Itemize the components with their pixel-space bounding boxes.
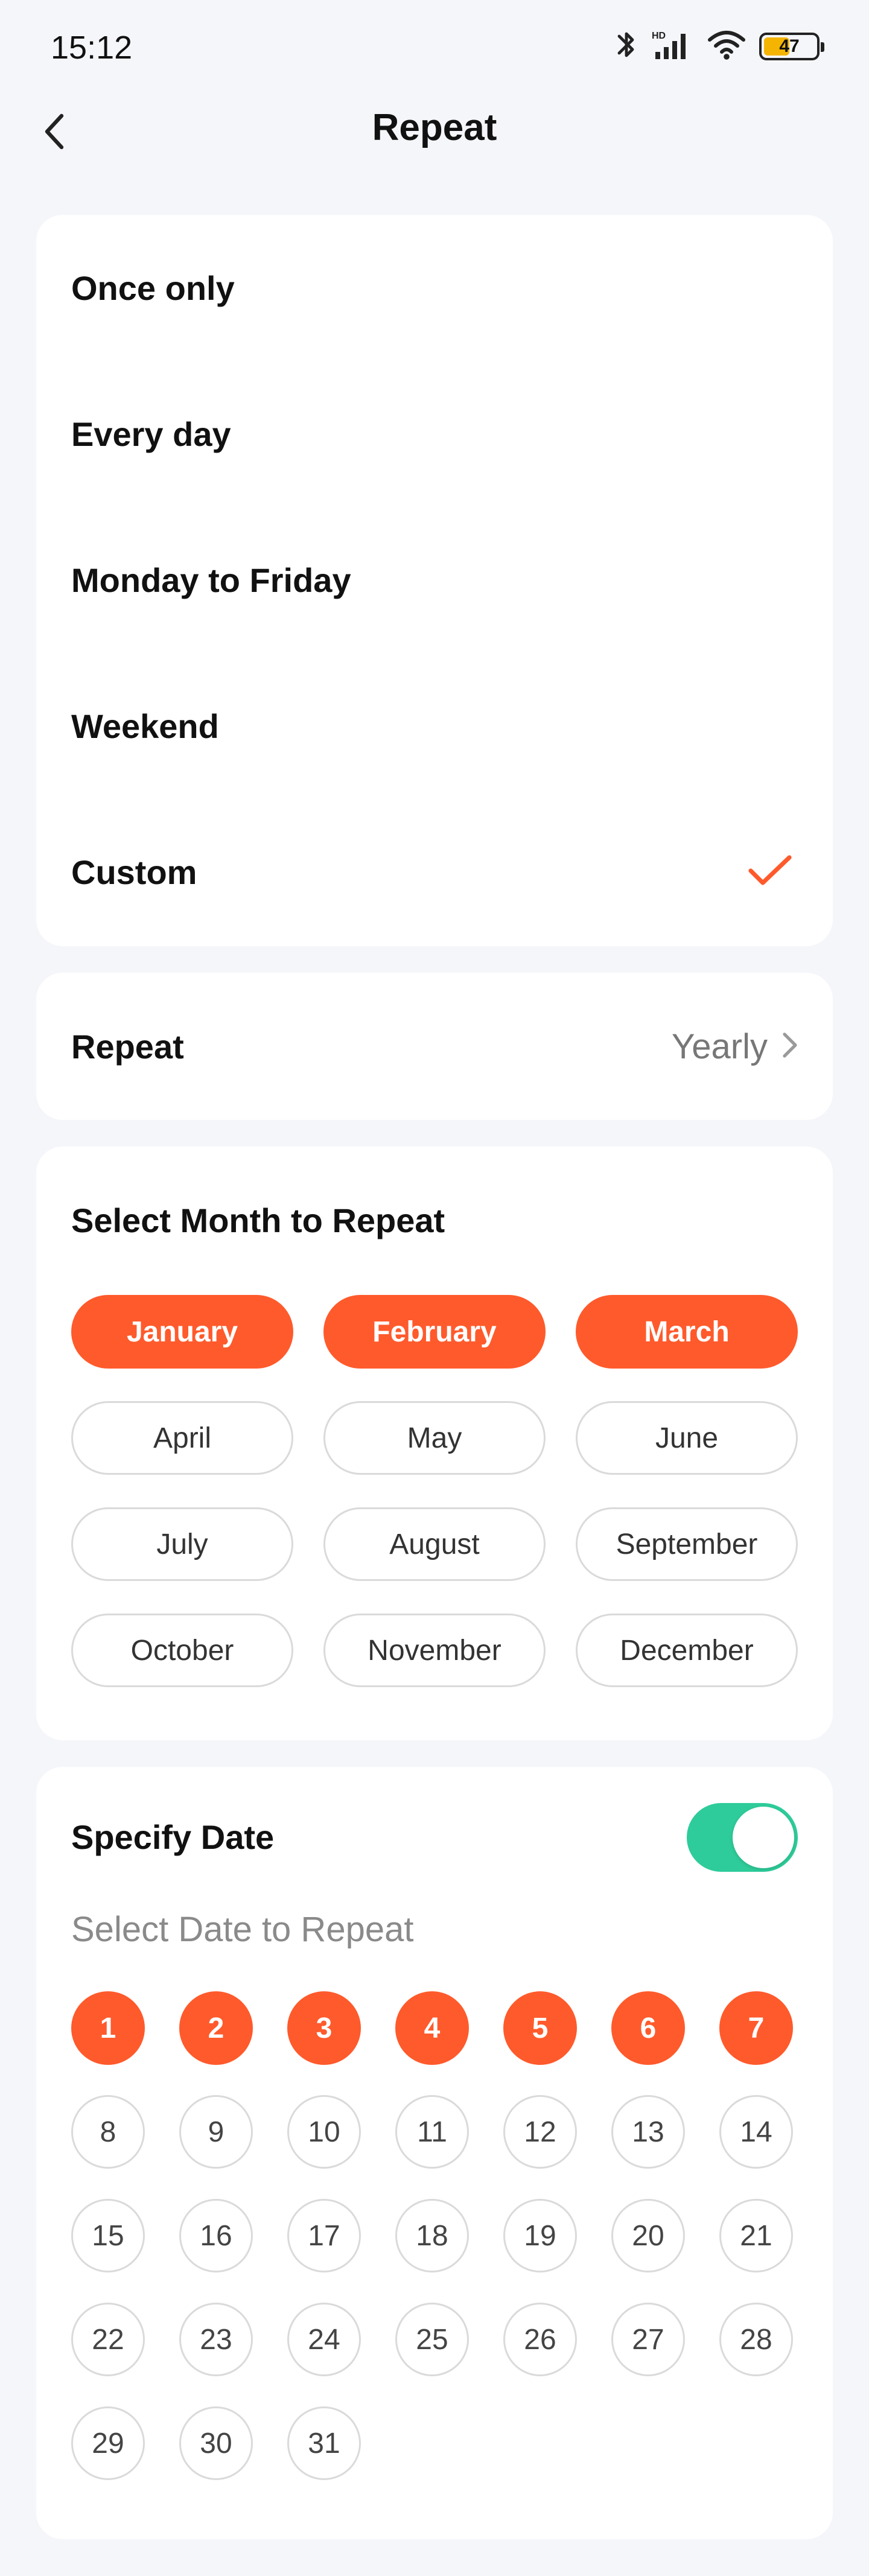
status-time: 15:12 — [51, 30, 133, 66]
months-card: Select Month to Repeat January February Ma… — [36, 1146, 833, 1740]
checkmark-icon — [747, 854, 793, 891]
option-label: Every day — [71, 415, 231, 453]
month-pill-march[interactable]: March — [576, 1295, 798, 1369]
month-pill-june[interactable]: June — [576, 1401, 798, 1475]
repeat-options-card: Once only Every day Monday to Friday Wee… — [36, 215, 833, 946]
date-circle-20[interactable]: 20 — [611, 2199, 685, 2272]
month-pill-october[interactable]: October — [71, 1614, 293, 1687]
toggle-knob — [733, 1807, 794, 1868]
date-circle-30[interactable]: 30 — [179, 2406, 253, 2480]
date-circle-27[interactable]: 27 — [611, 2303, 685, 2376]
date-circle-31[interactable]: 31 — [287, 2406, 361, 2480]
date-circle-12[interactable]: 12 — [503, 2095, 577, 2169]
header: Repeat — [0, 97, 869, 169]
battery-tip — [821, 42, 824, 52]
month-pill-september[interactable]: September — [576, 1507, 798, 1581]
date-circle-14[interactable]: 14 — [719, 2095, 793, 2169]
date-circle-23[interactable]: 23 — [179, 2303, 253, 2376]
repeat-frequency-row[interactable]: Repeat Yearly — [36, 973, 833, 1120]
dates-grid: 1 2 3 4 5 6 7 8 9 10 11 12 13 14 15 16 17 18 19 20 21 22 23 24 2… — [71, 1991, 793, 2480]
option-label: Monday to Friday — [71, 561, 351, 599]
month-pill-january[interactable]: January — [71, 1295, 293, 1369]
date-circle-5[interactable]: 5 — [503, 1991, 577, 2065]
repeat-value: Yearly — [671, 1026, 768, 1066]
months-grid: January February March April May June July Augu… — [71, 1295, 798, 1687]
date-circle-24[interactable]: 24 — [287, 2303, 361, 2376]
option-label: Custom — [71, 853, 197, 891]
date-circle-13[interactable]: 13 — [611, 2095, 685, 2169]
date-circle-1[interactable]: 1 — [71, 1991, 145, 2065]
option-custom[interactable]: Custom — [36, 799, 833, 945]
page-title: Repeat — [372, 107, 497, 148]
date-circle-25[interactable]: 25 — [395, 2303, 469, 2376]
month-pill-february[interactable]: February — [323, 1295, 546, 1369]
date-circle-22[interactable]: 22 — [71, 2303, 145, 2376]
months-section-title: Select Month to Repeat — [71, 1201, 445, 1239]
date-circle-18[interactable]: 18 — [395, 2199, 469, 2272]
date-circle-15[interactable]: 15 — [71, 2199, 145, 2272]
specify-date-toggle[interactable] — [687, 1803, 798, 1872]
battery-level: 47 — [779, 36, 800, 56]
battery-icon: 47 — [759, 32, 824, 60]
status-bar: 15:12 HD 47 — [0, 0, 869, 91]
month-pill-april[interactable]: April — [71, 1401, 293, 1475]
date-circle-8[interactable]: 8 — [71, 2095, 145, 2169]
svg-text:HD: HD — [652, 31, 666, 41]
date-circle-26[interactable]: 26 — [503, 2303, 577, 2376]
wifi-icon — [707, 28, 746, 65]
repeat-label: Repeat — [71, 1027, 184, 1066]
option-every-day[interactable]: Every day — [36, 361, 833, 507]
date-circle-11[interactable]: 11 — [395, 2095, 469, 2169]
date-subtitle: Select Date to Repeat — [71, 1910, 414, 1949]
date-circle-6[interactable]: 6 — [611, 1991, 685, 2065]
date-circle-17[interactable]: 17 — [287, 2199, 361, 2272]
date-circle-7[interactable]: 7 — [719, 1991, 793, 2065]
bluetooth-icon — [614, 28, 638, 65]
date-circle-28[interactable]: 28 — [719, 2303, 793, 2376]
specify-date-title: Specify Date — [71, 1818, 275, 1856]
option-label: Weekend — [71, 707, 219, 745]
option-weekend[interactable]: Weekend — [36, 653, 833, 799]
option-label: Once only — [71, 269, 235, 307]
option-once-only[interactable]: Once only — [36, 215, 833, 361]
date-circle-16[interactable]: 16 — [179, 2199, 253, 2272]
hd-signal-icon: HD — [652, 28, 694, 65]
month-pill-july[interactable]: July — [71, 1507, 293, 1581]
date-circle-4[interactable]: 4 — [395, 1991, 469, 2065]
month-pill-august[interactable]: August — [323, 1507, 546, 1581]
date-circle-2[interactable]: 2 — [179, 1991, 253, 2065]
date-circle-19[interactable]: 19 — [503, 2199, 577, 2272]
specify-date-card: Specify Date Select Date to Repeat 12345… — [36, 1767, 833, 2539]
month-pill-december[interactable]: December — [576, 1614, 798, 1687]
date-circle-29[interactable]: 29 — [71, 2406, 145, 2480]
date-circle-3[interactable]: 3 — [287, 1991, 361, 2065]
chevron-right-icon — [782, 1032, 798, 1061]
date-circle-9[interactable]: 9 — [179, 2095, 253, 2169]
month-pill-november[interactable]: November — [323, 1614, 546, 1687]
month-pill-may[interactable]: May — [323, 1401, 546, 1475]
option-monday-to-friday[interactable]: Monday to Friday — [36, 507, 833, 653]
date-circle-10[interactable]: 10 — [287, 2095, 361, 2169]
date-circle-21[interactable]: 21 — [719, 2199, 793, 2272]
status-icons: HD 47 — [614, 28, 824, 65]
